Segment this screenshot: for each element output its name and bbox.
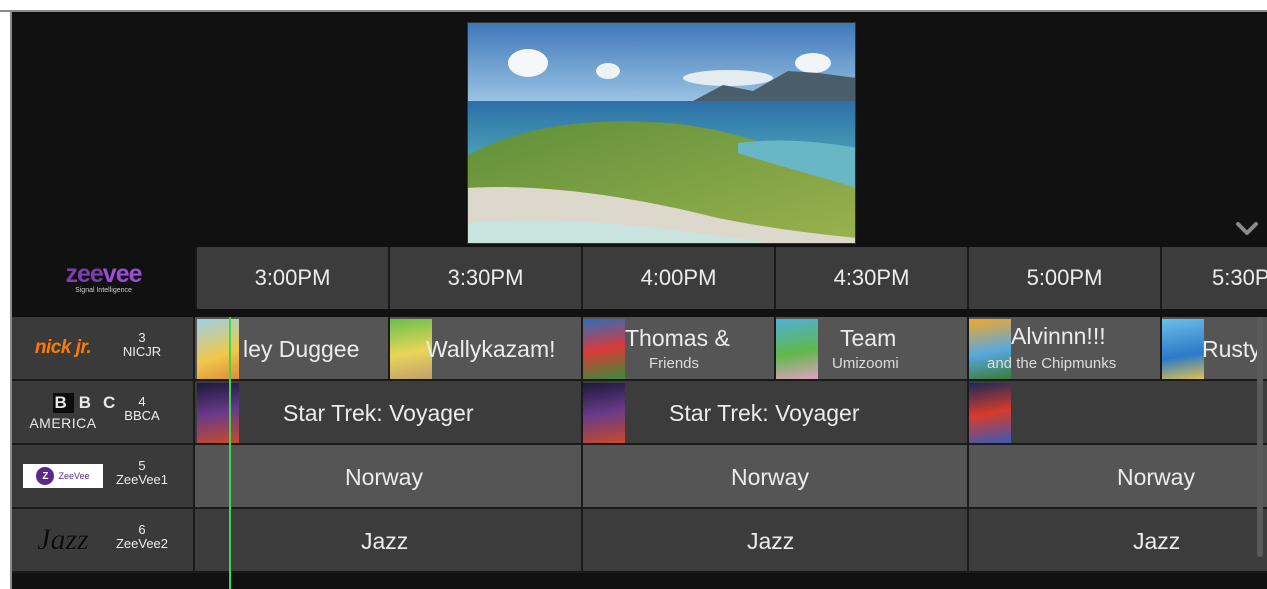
channel-number: 4 — [138, 394, 146, 409]
program-subtitle: Umizoomi — [832, 355, 899, 372]
program-cell[interactable]: Norway — [581, 445, 967, 509]
channel-code: ZeeVee1 — [115, 472, 169, 487]
program-cell[interactable] — [967, 381, 1267, 445]
program-thumbnail — [197, 319, 239, 379]
current-time-indicator — [229, 317, 231, 589]
timeslot-header: 3:00PM — [195, 247, 388, 309]
program-thumbnail — [1162, 319, 1204, 379]
program-cell[interactable]: Wallykazam! — [388, 317, 581, 381]
program-cell[interactable]: Jazz — [193, 509, 581, 573]
logo-tagline: Signal Intelligence — [75, 287, 132, 294]
zeevee-channel-logo: Z ZeeVee — [12, 445, 114, 507]
channel-code: NICJR — [122, 344, 162, 359]
vertical-scrollbar[interactable] — [1257, 317, 1263, 557]
channel-row-nicjr: nick jr. 3 NICJR ley Duggee Wallykazam! … — [12, 317, 1267, 381]
channel-code: BBCA — [124, 408, 160, 423]
program-title: Jazz — [361, 528, 409, 554]
program-title: Thomas & — [625, 325, 730, 351]
channel-number: 3 — [138, 330, 146, 345]
program-thumbnail — [583, 383, 625, 443]
time-header-row: zeevee Signal Intelligence 3:00PM 3:30PM… — [12, 247, 1267, 309]
logo-text-vee: vee — [102, 260, 143, 288]
program-cell[interactable]: Jazz — [581, 509, 967, 573]
program-cell[interactable]: Rusty — [1160, 317, 1267, 381]
program-cell[interactable]: Jazz — [967, 509, 1267, 573]
channel-row-zeevee1: Z ZeeVee 5 ZeeVee1 Norway Norway Norway — [12, 445, 1267, 509]
program-title: Norway — [345, 464, 423, 490]
program-guide: zeevee Signal Intelligence 3:00PM 3:30PM… — [12, 247, 1267, 589]
program-cell[interactable]: Star Trek: Voyager — [581, 381, 967, 445]
channel-cell-zeevee1[interactable]: Z ZeeVee 5 ZeeVee1 — [12, 445, 193, 509]
program-subtitle: and the Chipmunks — [987, 355, 1117, 372]
channel-number: 5 — [138, 458, 146, 473]
bbc-america-logo: BBC AMERICA — [29, 393, 128, 431]
program-cell[interactable]: ley Duggee — [193, 317, 388, 381]
program-cell[interactable]: Star Trek: Voyager — [193, 381, 581, 445]
program-cell[interactable]: Thomas & Friends — [581, 317, 774, 381]
zeevee-badge-icon: Z — [36, 467, 55, 485]
program-thumbnail — [583, 319, 625, 379]
channel-cell-zeevee2[interactable]: Jazz 6 ZeeVee2 — [12, 509, 193, 573]
program-title: Norway — [1117, 464, 1195, 490]
program-title: Jazz — [1133, 528, 1181, 554]
program-thumbnail — [197, 383, 239, 443]
program-cell[interactable]: Alvinnn!!! and the Chipmunks — [967, 317, 1160, 381]
channel-number: 6 — [138, 522, 146, 537]
timeslot-header: 5:00PM — [967, 247, 1160, 309]
program-cell[interactable]: Norway — [967, 445, 1267, 509]
zeevee-logo: zeevee Signal Intelligence — [12, 247, 195, 309]
timeslot-header: 4:00PM — [581, 247, 774, 309]
program-thumbnail — [776, 319, 818, 379]
program-cell[interactable]: Team Umizoomi — [774, 317, 967, 381]
channel-cell-nicjr[interactable]: nick jr. 3 NICJR — [12, 317, 193, 381]
program-title: Star Trek: Voyager — [283, 400, 474, 426]
jazz-logo: Jazz — [37, 523, 89, 556]
timeslot-header: 4:30PM — [774, 247, 967, 309]
channel-row-zeevee2: Jazz 6 ZeeVee2 Jazz Jazz Jazz — [12, 509, 1267, 573]
logo-text-zee: zee — [65, 260, 103, 288]
program-title: ley Duggee — [243, 336, 360, 362]
program-title: Star Trek: Voyager — [669, 400, 860, 426]
program-title: Team — [840, 325, 897, 351]
program-title: Rusty — [1202, 336, 1261, 362]
program-subtitle: Friends — [649, 355, 700, 372]
tv-guide-app: zeevee Signal Intelligence 3:00PM 3:30PM… — [12, 12, 1267, 589]
program-title: Norway — [731, 464, 809, 490]
channel-info: 5 ZeeVee1 — [112, 459, 172, 487]
channel-info: 6 ZeeVee2 — [112, 523, 172, 551]
live-video-preview[interactable] — [467, 22, 856, 244]
channel-row-bbca: BBC AMERICA 4 BBCA Star Trek: Voyager St… — [12, 381, 1267, 445]
channel-info: 4 BBCA — [112, 395, 172, 423]
program-title: Jazz — [747, 528, 795, 554]
chevron-down-icon[interactable] — [1236, 222, 1258, 236]
landscape-preview-icon — [468, 23, 855, 243]
channel-cell-bbca[interactable]: BBC AMERICA 4 BBCA — [12, 381, 193, 445]
program-title: Wallykazam! — [426, 336, 556, 362]
nickjr-logo: nick jr. — [34, 337, 92, 358]
channel-info: 3 NICJR — [112, 331, 172, 359]
timeslot-header: 5:30PM — [1160, 247, 1267, 309]
timeslot-header: 3:30PM — [388, 247, 581, 309]
program-thumbnail — [969, 383, 1011, 443]
program-cell[interactable]: Norway — [193, 445, 581, 509]
program-title: Alvinnn!!! — [1011, 323, 1106, 349]
channel-code: ZeeVee2 — [115, 536, 169, 551]
